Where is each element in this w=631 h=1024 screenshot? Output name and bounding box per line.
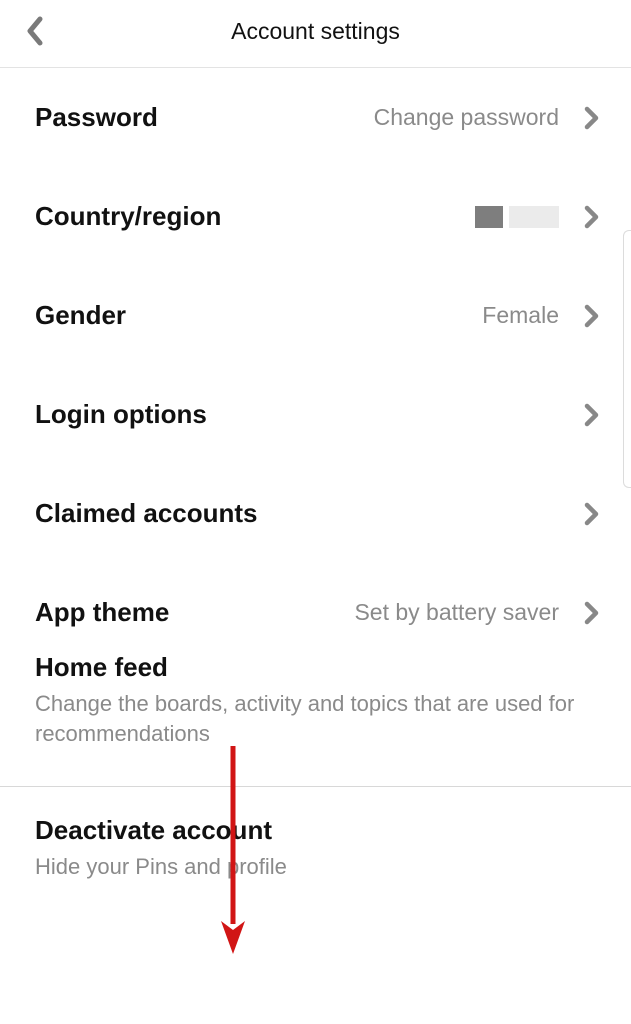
row-home-feed[interactable]: Home feed Change the boards, activity an… (0, 648, 631, 778)
row-description: Change the boards, activity and topics t… (35, 689, 601, 748)
chevron-right-icon (583, 307, 601, 325)
row-app-theme[interactable]: App theme Set by battery saver (0, 563, 631, 648)
page-title: Account settings (20, 18, 611, 45)
chevron-right-icon (583, 505, 601, 523)
header: Account settings (0, 0, 631, 68)
chevron-left-icon (26, 16, 44, 46)
row-label: Country/region (35, 201, 221, 232)
row-claimed-accounts[interactable]: Claimed accounts (0, 464, 631, 563)
row-right (583, 505, 601, 523)
row-deactivate-account[interactable]: Deactivate account Hide your Pins and pr… (0, 787, 631, 892)
row-label: Login options (35, 399, 207, 430)
back-button[interactable] (20, 16, 50, 46)
row-label: Deactivate account (35, 815, 601, 846)
settings-list: Password Change password Country/region … (0, 68, 631, 892)
row-label: App theme (35, 597, 169, 628)
chevron-right-icon (583, 406, 601, 424)
redacted-value (475, 206, 559, 228)
row-login-options[interactable]: Login options (0, 365, 631, 464)
row-gender[interactable]: Gender Female (0, 266, 631, 365)
row-country-region[interactable]: Country/region (0, 167, 631, 266)
row-value: Set by battery saver (354, 599, 559, 626)
chevron-right-icon (583, 604, 601, 622)
row-right (475, 206, 601, 228)
row-right: Female (482, 302, 601, 329)
row-label: Gender (35, 300, 126, 331)
row-password[interactable]: Password Change password (0, 68, 631, 167)
row-value: Change password (374, 104, 559, 131)
row-right: Set by battery saver (354, 599, 601, 626)
row-label: Home feed (35, 652, 601, 683)
chevron-right-icon (583, 109, 601, 127)
row-description: Hide your Pins and profile (35, 852, 601, 882)
scrollbar-hint (623, 230, 631, 488)
row-right (583, 406, 601, 424)
row-label: Claimed accounts (35, 498, 258, 529)
row-right: Change password (374, 104, 601, 131)
row-label: Password (35, 102, 158, 133)
row-value: Female (482, 302, 559, 329)
chevron-right-icon (583, 208, 601, 226)
